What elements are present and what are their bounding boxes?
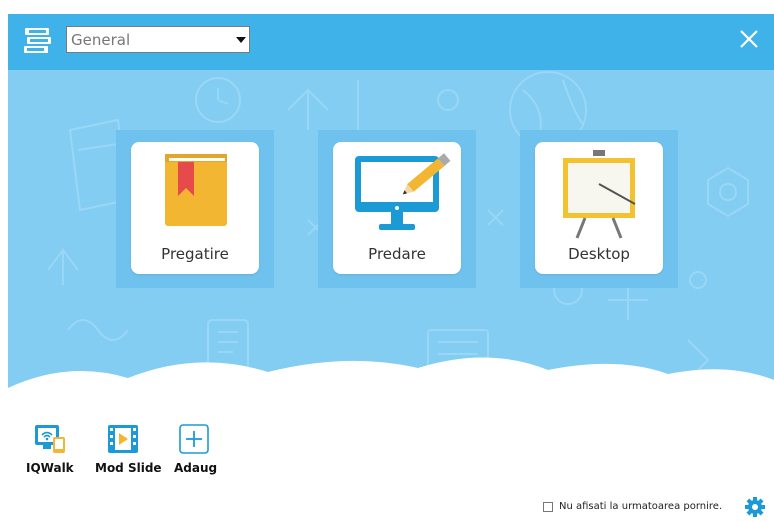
- tool-iqwalk[interactable]: [33, 423, 67, 460]
- monitor-pen-icon: [355, 153, 451, 230]
- tile-label: Desktop: [568, 245, 630, 263]
- tile-label: Predare: [368, 245, 426, 263]
- close-button[interactable]: [734, 24, 764, 54]
- stacked-books-icon[interactable]: [22, 26, 54, 56]
- add-icon: [179, 424, 209, 454]
- dont-show-label: Nu afisati la urmatoarea pornire.: [559, 501, 723, 512]
- tool-mod-slide[interactable]: [106, 423, 140, 460]
- chevron-down-icon[interactable]: [233, 27, 249, 52]
- tool-label: Adaug: [174, 461, 218, 475]
- tool-label: IQWalk: [26, 461, 74, 475]
- wireless-monitor-icon: [35, 425, 65, 453]
- gear-icon: [745, 497, 765, 517]
- profile-select[interactable]: General: [66, 26, 250, 53]
- tile-pregatire[interactable]: Pregatire: [131, 142, 259, 274]
- tile-predare[interactable]: Predare: [333, 142, 461, 274]
- film-play-icon: [108, 425, 138, 453]
- whiteboard-icon: [563, 150, 636, 239]
- settings-button[interactable]: [744, 497, 766, 517]
- dont-show-checkbox[interactable]: [543, 502, 553, 512]
- title-bar: General: [8, 14, 774, 70]
- book-icon: [165, 154, 227, 226]
- tool-adaug[interactable]: [178, 423, 210, 460]
- tool-label: Mod Slide: [95, 461, 162, 475]
- tile-desktop[interactable]: Desktop: [535, 142, 663, 274]
- tile-label: Pregatire: [161, 245, 229, 263]
- close-icon: [740, 30, 758, 48]
- profile-select-value: General: [71, 30, 131, 49]
